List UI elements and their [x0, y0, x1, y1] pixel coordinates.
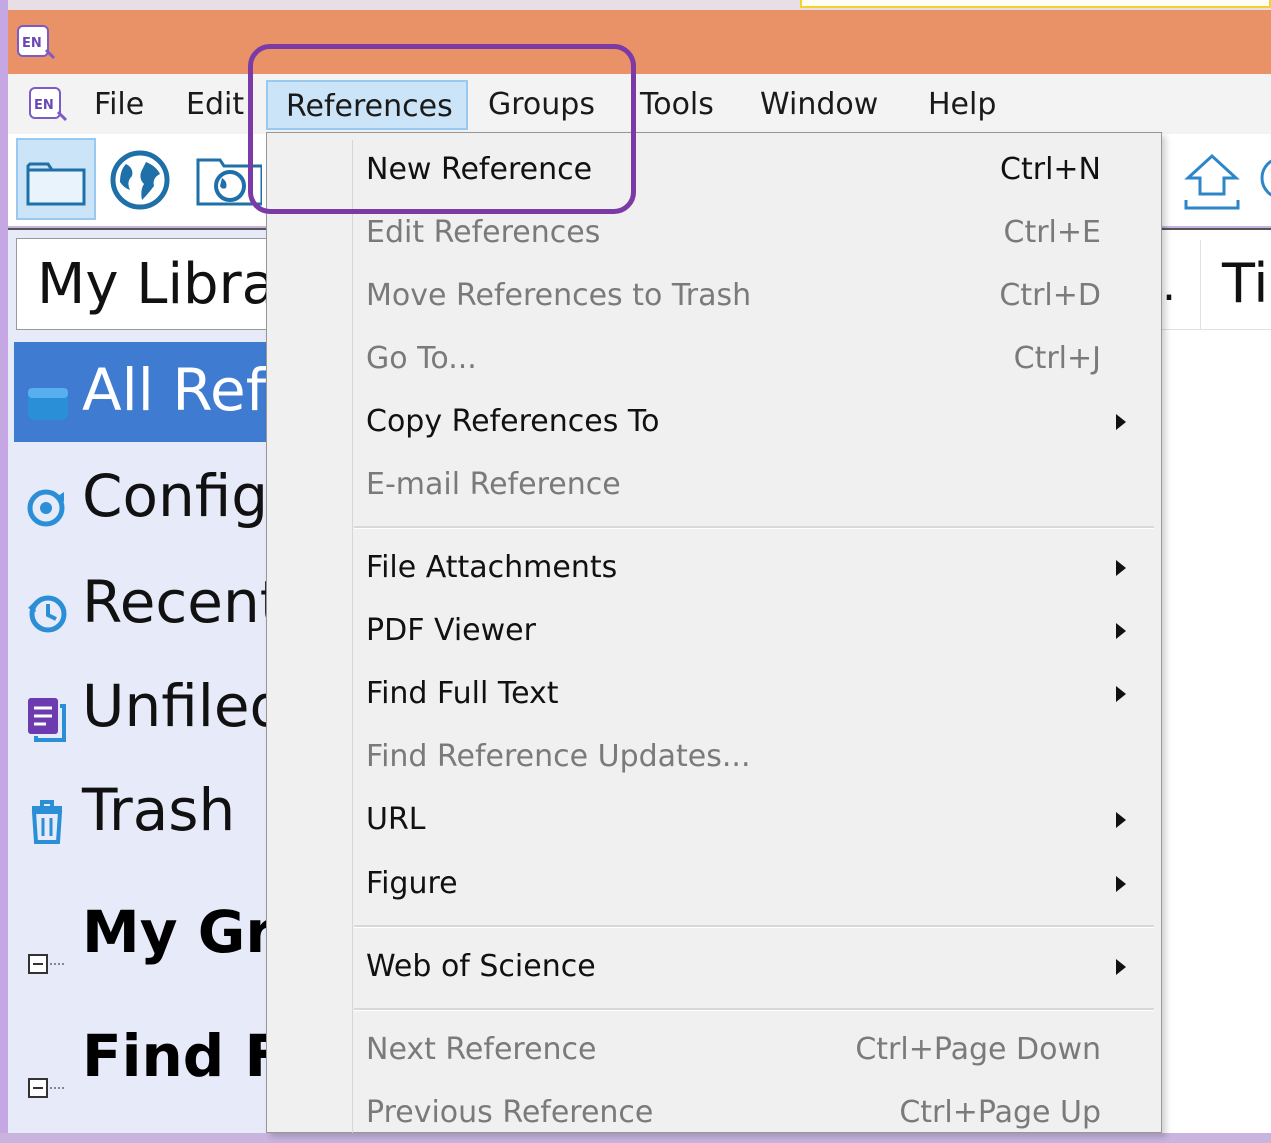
sync-configure-icon	[24, 478, 70, 527]
endnote-logo-icon: EN	[16, 24, 56, 60]
reference-list-pane	[1162, 228, 1271, 1133]
highlight-annotation	[248, 44, 636, 214]
shortcut-new-reference: Ctrl+N	[1000, 152, 1101, 187]
group-label: Configu	[82, 462, 266, 530]
top-yellow-frame	[800, 0, 1271, 8]
unfiled-icon	[24, 688, 70, 742]
column-header-truncated[interactable]: .	[1162, 260, 1176, 311]
group-recently-added[interactable]: Recent	[14, 554, 266, 654]
submenu-arrow-icon	[1116, 623, 1126, 639]
group-set-find-full-text[interactable]: Find Fu	[14, 1012, 266, 1102]
recent-history-icon	[24, 584, 70, 633]
group-label: Recent	[82, 568, 266, 636]
menu-item-move-to-trash: Move References to Trash	[366, 278, 752, 313]
menu-separator	[354, 1008, 1154, 1011]
collapse-icon[interactable]	[28, 922, 66, 974]
column-header-title[interactable]: Ti	[1222, 252, 1268, 315]
group-all-references[interactable]: All Refe	[14, 342, 266, 442]
menu-item-email-reference: E-mail Reference	[366, 467, 621, 502]
menu-file[interactable]: File	[76, 80, 162, 130]
online-search-button[interactable]	[100, 138, 180, 220]
svg-text:EN: EN	[22, 36, 42, 51]
submenu-arrow-icon	[1116, 414, 1126, 430]
group-label: Unfiled	[82, 672, 266, 740]
trash-icon	[24, 792, 70, 844]
group-set-label: My Gro	[82, 898, 266, 966]
menu-separator	[354, 526, 1154, 529]
group-set-label: Find Fu	[82, 1022, 266, 1090]
all-references-icon	[24, 372, 70, 420]
menu-item-go-to: Go To...	[366, 341, 477, 376]
group-set-my-groups[interactable]: My Gro	[14, 888, 266, 978]
window-edge	[0, 0, 8, 1133]
group-trash[interactable]: Trash	[14, 762, 266, 862]
group-unfiled[interactable]: Unfiled	[14, 658, 266, 758]
menu-gutter	[352, 140, 353, 1133]
shortcut-move-to-trash: Ctrl+D	[999, 278, 1101, 313]
menu-item-pdf-viewer[interactable]: PDF Viewer	[366, 601, 536, 661]
globe-icon	[110, 150, 170, 210]
submenu-arrow-icon	[1116, 686, 1126, 702]
reference-list-header: . Ti	[1162, 240, 1271, 330]
menu-item-file-attachments[interactable]: File Attachments	[366, 538, 617, 598]
menu-window[interactable]: Window	[742, 80, 896, 130]
menu-item-figure[interactable]: Figure	[366, 854, 458, 914]
svg-text:EN: EN	[34, 98, 54, 113]
group-label: Trash	[82, 776, 236, 844]
menu-item-web-of-science[interactable]: Web of Science	[366, 937, 596, 997]
endnote-menu-icon[interactable]: EN	[28, 84, 68, 124]
local-library-button[interactable]	[16, 138, 96, 220]
submenu-arrow-icon	[1116, 812, 1126, 828]
submenu-arrow-icon	[1116, 959, 1126, 975]
submenu-arrow-icon	[1116, 876, 1126, 892]
library-title: My Libra	[16, 238, 276, 330]
menu-separator	[354, 925, 1154, 928]
menu-item-url[interactable]: URL	[366, 790, 426, 850]
shortcut-go-to: Ctrl+J	[1013, 341, 1101, 376]
toolbar-overflow-icon[interactable]	[1256, 138, 1271, 220]
menu-item-copy-references-to[interactable]: Copy References To	[366, 392, 659, 452]
shortcut-next-reference: Ctrl+Page Down	[855, 1032, 1101, 1067]
title-bar	[8, 10, 1271, 74]
menu-item-find-full-text[interactable]: Find Full Text	[366, 664, 559, 724]
column-divider	[1200, 240, 1201, 330]
collapse-icon[interactable]	[28, 1046, 66, 1098]
shortcut-previous-reference: Ctrl+Page Up	[899, 1095, 1101, 1130]
menu-help[interactable]: Help	[910, 80, 1014, 130]
submenu-arrow-icon	[1116, 560, 1126, 576]
group-configure-sync[interactable]: Configu	[14, 448, 266, 548]
group-label: All Refe	[82, 356, 266, 424]
folder-icon	[26, 162, 86, 206]
menu-item-next-reference: Next Reference	[366, 1032, 597, 1067]
menu-item-find-reference-updates: Find Reference Updates...	[366, 739, 751, 774]
upload-share-icon	[1184, 153, 1240, 210]
menu-item-previous-reference: Previous Reference	[366, 1095, 654, 1130]
shortcut-edit-references: Ctrl+E	[1003, 215, 1101, 250]
share-button[interactable]	[1172, 138, 1242, 220]
menu-tools[interactable]: Tools	[622, 80, 732, 130]
